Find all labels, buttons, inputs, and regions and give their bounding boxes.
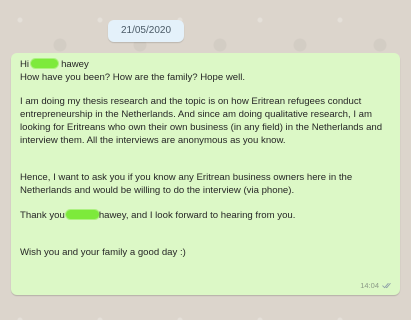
redacted-name-highlight — [31, 59, 59, 68]
message-meta: 14:04 — [360, 281, 393, 290]
greeting-name-tail: hawey — [61, 59, 89, 70]
closing-line: Wish you and your family a good day :) — [20, 247, 186, 259]
thanks-line: Thank you hawey, and I look forward to he… — [20, 209, 395, 223]
message-bubble[interactable]: Hi hawey How have you been? How are the f… — [11, 53, 400, 295]
double-check-icon — [382, 282, 391, 289]
greeting-question: How have you been? How are the family? H… — [20, 71, 246, 83]
greeting-line: Hi hawey — [20, 59, 395, 72]
greeting-prefix: Hi — [20, 59, 30, 70]
message-text: Hi hawey How have you been? How are the f… — [20, 59, 395, 260]
date-divider: 21/05/2020 — [108, 20, 184, 42]
message-time: 14:04 — [360, 281, 379, 290]
request-paragraph: Hence, I want to ask you if you know any… — [20, 172, 353, 196]
thesis-paragraph: I am doing my thesis research and the to… — [20, 96, 383, 146]
thanks-prefix: Thank you — [20, 209, 65, 221]
redacted-name-highlight — [65, 209, 99, 219]
thanks-suffix: hawey, and I look forward to hearing fro… — [98, 209, 296, 221]
